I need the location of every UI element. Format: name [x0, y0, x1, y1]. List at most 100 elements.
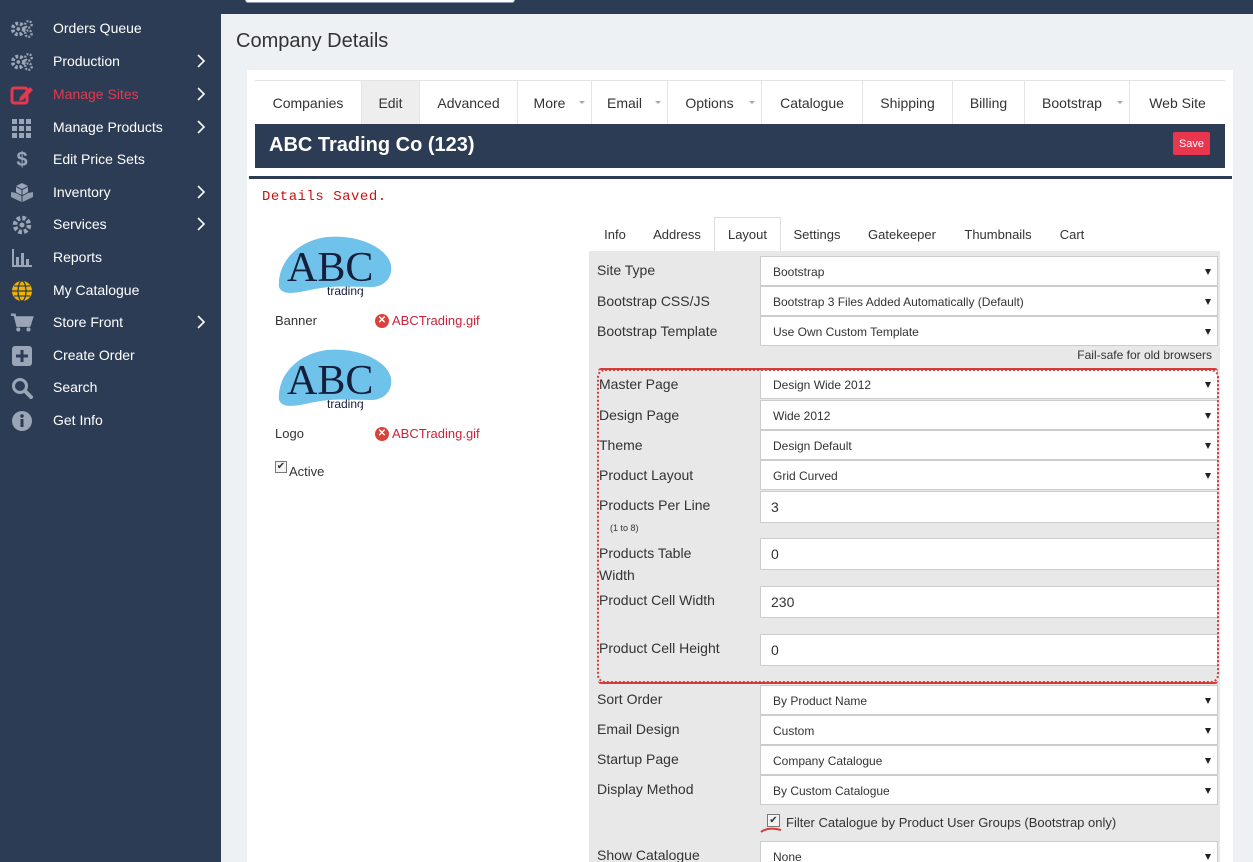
gears-icon [10, 51, 34, 73]
chevron-right-icon [197, 217, 206, 231]
sidebar-item-label: Edit Price Sets [53, 151, 145, 167]
logo-file-link[interactable]: ✕ ABCTrading.gif [375, 426, 480, 441]
tab-web-site[interactable]: Web Site [1130, 81, 1225, 125]
main-tabs: Companies Edit Advanced More Email Optio… [255, 80, 1225, 125]
sidebar-item-label: Production [53, 53, 120, 69]
sidebar-item-label: Search [53, 379, 98, 395]
sidebar-item-edit-price-sets[interactable]: $ Edit Price Sets [0, 143, 221, 176]
sidebar-item-search[interactable]: Search [0, 371, 221, 404]
product-cell-width-input[interactable]: 230 [760, 586, 1218, 618]
chevron-right-icon [197, 120, 206, 134]
tab-options[interactable]: Options [668, 81, 762, 125]
design-page-label: Design Page [599, 407, 680, 423]
cart-icon [10, 312, 34, 334]
select-value: Bootstrap [773, 265, 825, 279]
chevron-right-icon [197, 185, 206, 199]
filter-catalogue-label: Filter Catalogue by Product User Groups … [786, 815, 1117, 830]
sidebar-item-label: Inventory [53, 184, 111, 200]
subtab-layout[interactable]: Layout [714, 217, 781, 251]
tab-shipping[interactable]: Shipping [863, 81, 953, 125]
sidebar-item-label: Services [53, 216, 107, 232]
sidebar-item-inventory[interactable]: Inventory [0, 176, 221, 209]
page-title: Company Details [236, 30, 389, 52]
search-icon [10, 377, 34, 399]
chevron-right-icon [197, 315, 206, 329]
products-per-line-input[interactable]: 3 [760, 491, 1218, 523]
tab-bootstrap[interactable]: Bootstrap [1025, 81, 1130, 125]
select-value: Use Own Custom Template [773, 325, 919, 339]
select-value: Wide 2012 [773, 409, 831, 423]
delete-icon[interactable]: ✕ [375, 426, 389, 441]
email-design-select[interactable]: Custom [760, 715, 1218, 745]
save-button[interactable]: Save [1173, 132, 1210, 155]
sidebar-item-manage-sites[interactable]: Manage Sites [0, 78, 221, 111]
tab-more[interactable]: More [518, 81, 592, 125]
chevron-right-icon [197, 87, 206, 101]
sidebar-item-label: Get Info [53, 412, 103, 428]
active-label: Active [289, 464, 325, 479]
active-checkbox[interactable]: ✔ [275, 461, 287, 473]
site-type-select[interactable]: Bootstrap [760, 256, 1218, 286]
caret-down-icon [1205, 299, 1211, 305]
theme-select[interactable]: Design Default [760, 430, 1218, 460]
sidebar-item-reports[interactable]: Reports [0, 241, 221, 274]
sidebar-item-store-front[interactable]: Store Front [0, 306, 221, 339]
bootstrap-css-select[interactable]: Bootstrap 3 Files Added Automatically (D… [760, 286, 1218, 316]
sidebar-item-label: Reports [53, 249, 103, 265]
sidebar-item-manage-products[interactable]: Manage Products [0, 111, 221, 144]
sidebar-item-orders-queue[interactable]: Orders Queue [0, 12, 221, 45]
sidebar-item-services[interactable]: Services [0, 208, 221, 241]
status-message: Details Saved. [262, 189, 387, 205]
products-table-width-input[interactable]: 0 [760, 538, 1218, 570]
top-search-input[interactable] [245, 0, 515, 3]
caret-down-icon [1205, 329, 1211, 335]
product-cell-width-label: Product Cell Width [599, 592, 715, 608]
caret-down-icon [579, 101, 585, 104]
caret-down-icon [1205, 728, 1211, 734]
subtab-info[interactable]: Info [589, 217, 641, 251]
tab-email[interactable]: Email [592, 81, 668, 125]
select-value: By Custom Catalogue [773, 784, 890, 798]
caret-down-icon [1205, 788, 1211, 794]
master-page-select[interactable]: Design Wide 2012 [760, 369, 1218, 399]
product-cell-height-input[interactable]: 0 [760, 634, 1218, 666]
dollar-icon: $ [16, 148, 28, 171]
sidebar-item-get-info[interactable]: Get Info [0, 404, 221, 437]
subtab-thumbnails[interactable]: Thumbnails [951, 217, 1045, 251]
tab-advanced[interactable]: Advanced [420, 81, 518, 125]
design-page-select[interactable]: Wide 2012 [760, 400, 1218, 430]
banner-label: Banner [275, 313, 317, 328]
tab-edit[interactable]: Edit [362, 81, 420, 125]
startup-page-select[interactable]: Company Catalogue [760, 745, 1218, 775]
bootstrap-template-select[interactable]: Use Own Custom Template [760, 316, 1218, 346]
banner-file-link[interactable]: ✕ ABCTrading.gif [375, 313, 480, 328]
caret-down-icon [1205, 698, 1211, 704]
select-value: Bootstrap 3 Files Added Automatically (D… [773, 295, 1024, 309]
failsafe-note: Fail-safe for old browsers [1077, 348, 1212, 362]
sort-order-select[interactable]: By Product Name [760, 685, 1218, 715]
select-value: Custom [773, 724, 815, 738]
subtab-address[interactable]: Address [641, 217, 713, 251]
subtab-gatekeeper[interactable]: Gatekeeper [855, 217, 949, 251]
divider [249, 176, 1232, 179]
bootstrap-template-label: Bootstrap Template [597, 323, 718, 339]
tab-companies[interactable]: Companies [255, 81, 362, 125]
product-layout-select[interactable]: Grid Curved [760, 460, 1218, 490]
sidebar-item-my-catalogue[interactable]: My Catalogue [0, 274, 221, 307]
show-catalogue-select[interactable]: None [760, 841, 1218, 862]
caret-down-icon [1205, 443, 1211, 449]
caret-down-icon [655, 101, 661, 104]
sidebar-item-create-order[interactable]: Create Order [0, 339, 221, 372]
show-catalogue-label: Show Catalogue [597, 847, 700, 862]
sidebar-item-production[interactable]: Production [0, 45, 221, 78]
caret-down-icon [1205, 473, 1211, 479]
globe-icon [10, 280, 34, 302]
tab-catalogue[interactable]: Catalogue [762, 81, 863, 125]
display-method-select[interactable]: By Custom Catalogue [760, 775, 1218, 805]
subtab-cart[interactable]: Cart [1049, 217, 1095, 251]
tab-billing[interactable]: Billing [953, 81, 1025, 125]
subtab-settings[interactable]: Settings [782, 217, 852, 251]
caret-down-icon [1205, 269, 1211, 275]
sidebar-item-label: Store Front [53, 314, 124, 330]
delete-icon[interactable]: ✕ [375, 313, 389, 328]
